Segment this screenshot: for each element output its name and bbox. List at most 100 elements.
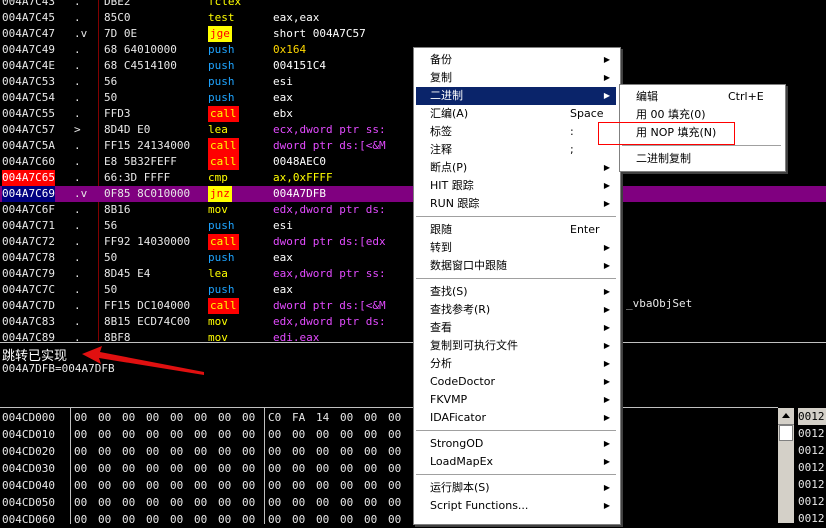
stack-address[interactable]: 0012: [798, 408, 826, 425]
jump-marker: .: [74, 203, 81, 216]
instruction-mnemonic: lea: [208, 267, 228, 280]
menu-item[interactable]: 复制到可执行文件 ▶: [416, 337, 616, 355]
instruction-bytes: 50: [104, 251, 118, 264]
dump-byte: 00: [218, 428, 232, 441]
jump-marker: .: [74, 315, 81, 328]
menu-item[interactable]: 编辑 Ctrl+E: [622, 88, 781, 106]
dump-row[interactable]: 004CD050 00 00 00 00 00 00 00 00 00 00 00 00 00 00: [0, 494, 778, 511]
dump-row[interactable]: 004CD040 00 00 00 00 00 00 00 00 00 00 00 00 00 00: [0, 477, 778, 494]
instruction-operands: eax: [273, 91, 293, 104]
menu-item[interactable]: 复制 ▶: [416, 69, 616, 87]
menu-item[interactable]: 跟随 Enter: [416, 221, 616, 239]
menu-item[interactable]: HIT 跟踪 ▶: [416, 177, 616, 195]
stack-address[interactable]: 0012: [798, 476, 826, 493]
menu-item[interactable]: 数据窗口中跟随 ▶: [416, 257, 616, 275]
menu-item[interactable]: 运行脚本(S) ▶: [416, 479, 616, 497]
submenu-arrow-icon: ▶: [603, 413, 610, 422]
dump-byte: 00: [242, 513, 256, 526]
dump-scrollbar[interactable]: [778, 408, 794, 523]
menu-item-shortcut: Space: [570, 107, 604, 120]
dump-byte: 00: [364, 513, 378, 526]
instruction-bytes: FFD3: [104, 107, 131, 120]
dump-byte: 00: [268, 513, 282, 526]
menu-item-label: 转到: [430, 241, 452, 254]
menu-item[interactable]: 备份 ▶: [416, 51, 616, 69]
menu-item[interactable]: 查找参考(R) ▶: [416, 301, 616, 319]
menu-item[interactable]: FKVMP ▶: [416, 391, 616, 409]
dump-byte: 00: [242, 496, 256, 509]
dump-byte: 00: [74, 428, 88, 441]
instruction-mnemonic: call: [208, 234, 239, 250]
stack-address[interactable]: 0012: [798, 510, 826, 527]
annotation-arrow-icon: [82, 346, 204, 375]
instruction-operands: edx,dword ptr ds:: [273, 315, 386, 328]
jump-marker: .: [74, 75, 81, 88]
submenu-arrow-icon: ▶: [603, 483, 610, 492]
menu-item[interactable]: Script Functions... ▶: [416, 497, 616, 515]
instruction-address: 004A7C65: [2, 170, 55, 186]
dump-byte: 00: [388, 513, 402, 526]
menu-item[interactable]: 分析 ▶: [416, 355, 616, 373]
dump-byte: 00: [74, 513, 88, 526]
menu-item-shortcut: ;: [570, 143, 574, 156]
dump-byte: 00: [218, 445, 232, 458]
dump-byte: 00: [292, 462, 306, 475]
menu-item[interactable]: 汇编(A) Space: [416, 105, 616, 123]
instruction-address: 004A7C69: [2, 186, 55, 202]
dump-byte: 00: [292, 513, 306, 526]
instruction-mnemonic: call: [208, 138, 239, 154]
scroll-thumb[interactable]: [779, 425, 793, 441]
disasm-row[interactable]: 004A7C43. DBE2 fclex: [0, 0, 826, 10]
dump-byte: 00: [340, 513, 354, 526]
menu-item[interactable]: 转到 ▶: [416, 239, 616, 257]
instruction-bytes: 68 64010000: [104, 43, 177, 56]
instruction-address: 004A7C78: [2, 251, 55, 264]
stack-address[interactable]: 0012: [798, 425, 826, 442]
jump-marker: .: [74, 107, 81, 120]
disasm-row[interactable]: 004A7C47 .v 7D 0E jge short 004A7C57: [0, 26, 826, 42]
instruction-address: 004A7C55: [2, 107, 55, 120]
stack-address[interactable]: 0012: [798, 459, 826, 476]
disasm-row[interactable]: 004A7C45. 85C0 test eax,eax: [0, 10, 826, 26]
submenu-arrow-icon: ▶: [603, 91, 610, 100]
dump-byte: 14: [316, 411, 330, 424]
dump-byte: 00: [242, 479, 256, 492]
menu-item-label: 查找参考(R): [430, 303, 491, 316]
instruction-operands: 004A7DFB: [273, 187, 326, 200]
menu-item[interactable]: LoadMapEx ▶: [416, 453, 616, 471]
menu-item[interactable]: RUN 跟踪 ▶: [416, 195, 616, 213]
menu-item[interactable]: IDAFicator ▶: [416, 409, 616, 427]
menu-item[interactable]: 查找(S) ▶: [416, 283, 616, 301]
stack-address[interactable]: 0012: [798, 493, 826, 510]
dump-row[interactable]: 004CD020 00 00 00 00 00 00 00 00 00 00 00 00 00 00: [0, 443, 778, 460]
instruction-operands: dword ptr ds:[<&M: [273, 139, 386, 152]
submenu-arrow-icon: ▶: [603, 261, 610, 270]
menu-item-label: 汇编(A): [430, 107, 469, 120]
submenu-arrow-icon: ▶: [603, 199, 610, 208]
stack-address[interactable]: 0012: [798, 442, 826, 459]
dump-byte: 00: [340, 411, 354, 424]
dump-byte: 00: [292, 428, 306, 441]
instruction-mnemonic: call: [208, 106, 239, 122]
menu-item[interactable]: CodeDoctor ▶: [416, 373, 616, 391]
dump-row[interactable]: 004CD000 00 00 00 00 00 00 00 00 C0 FA 14 00 00 00: [0, 409, 778, 426]
instruction-address: 004A7C5A: [2, 139, 55, 152]
menu-item[interactable]: StrongOD ▶: [416, 435, 616, 453]
menu-item[interactable]: 二进制 ▶: [416, 87, 616, 105]
jump-marker: .v: [74, 27, 88, 40]
scroll-up-button[interactable]: [778, 408, 794, 425]
menu-item[interactable]: 二进制复制: [622, 150, 781, 168]
dump-row[interactable]: 004CD030 00 00 00 00 00 00 00 00 00 00 00 00 00 00: [0, 460, 778, 477]
menu-item[interactable]: 查看 ▶: [416, 319, 616, 337]
instruction-bytes: 56: [104, 219, 118, 232]
jump-marker: .: [74, 11, 81, 24]
dump-row[interactable]: 004CD010 00 00 00 00 00 00 00 00 00 00 00 00 00 00: [0, 426, 778, 443]
instruction-address: 004A7C45: [2, 11, 55, 24]
menu-item[interactable]: 注释;: [416, 141, 616, 159]
menu-separator: [416, 430, 616, 431]
menu-item[interactable]: 断点(P) ▶: [416, 159, 616, 177]
menu-separator: [416, 216, 616, 217]
hex-dump-pane[interactable]: 004CD000 00 00 00 00 00 00 00 00 C0 FA 14 00 00 00 004C…: [0, 407, 778, 526]
dump-row[interactable]: 004CD060 00 00 00 00 00 00 00 00 00 00 00 00 00 00: [0, 511, 778, 528]
menu-item[interactable]: 标签:: [416, 123, 616, 141]
